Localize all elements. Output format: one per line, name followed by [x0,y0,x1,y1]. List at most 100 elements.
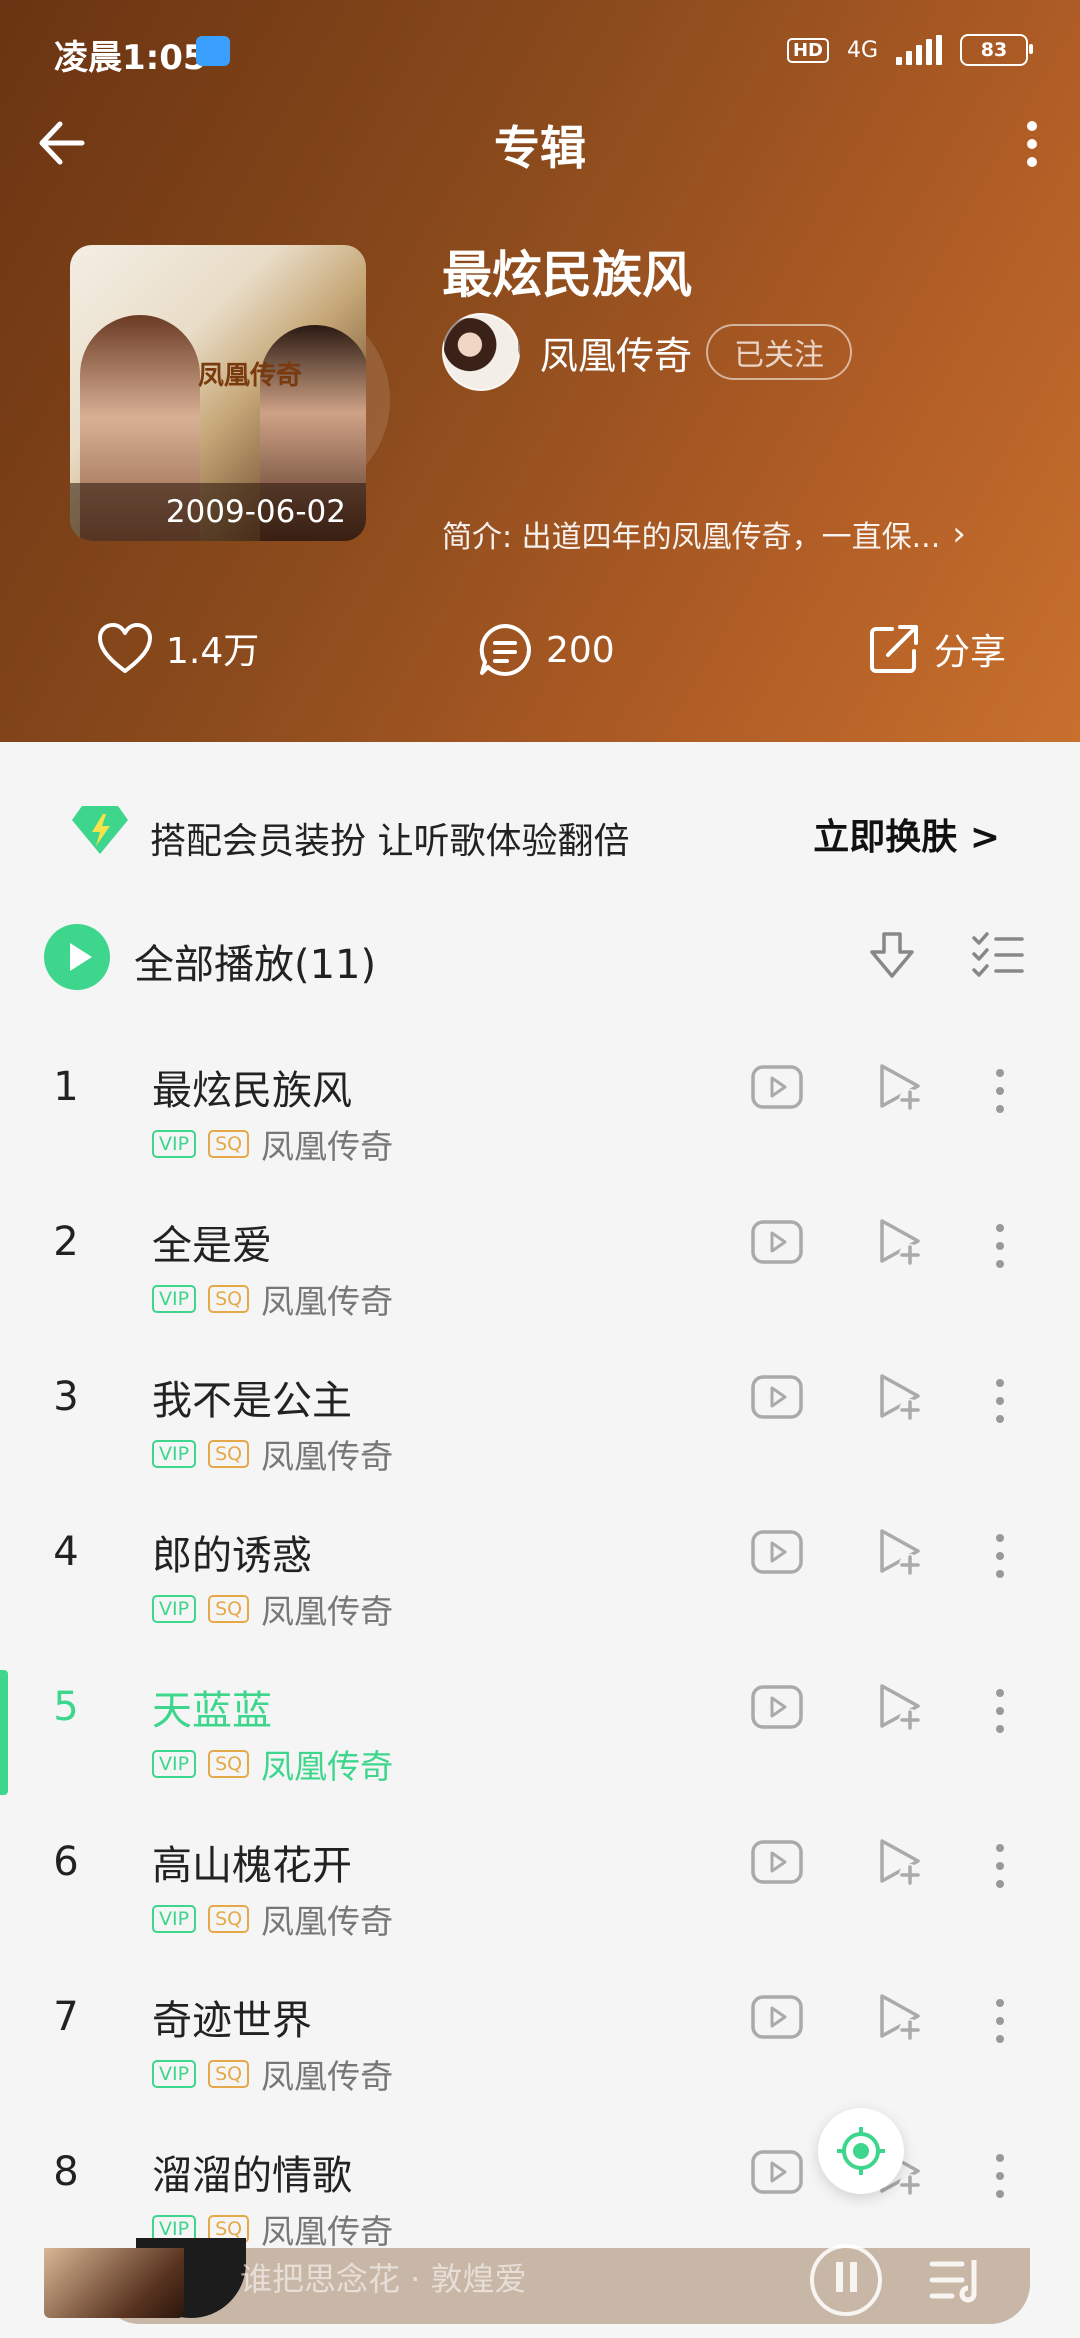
track-meta: VIP SQ 凤凰传奇 [152,2050,393,2098]
add-to-playlist-button[interactable] [876,1217,926,1273]
track-more-button[interactable] [990,1998,1010,2048]
track-more-button[interactable] [990,1068,1010,1118]
track-row[interactable]: 3 我不是公主 VIP SQ 凤凰传奇 [0,1320,1080,1478]
track-more-button[interactable] [990,1223,1010,1273]
skin-promo-banner[interactable]: 搭配会员装扮 让听歌体验翻倍 立即换肤 > [0,742,1080,922]
mv-button[interactable] [750,1839,804,1889]
pause-button[interactable] [810,2244,882,2316]
track-row[interactable]: 2 全是爱 VIP SQ 凤凰传奇 [0,1165,1080,1321]
network-label: 4G [846,37,878,63]
track-meta: VIP SQ 凤凰传奇 [152,1895,393,1943]
multi-select-icon[interactable] [970,930,1026,982]
sq-badge: SQ [208,1905,250,1933]
track-artist: 凤凰传奇 [261,1902,394,1941]
album-title: 最炫民族风 [442,246,692,304]
playlist-icon[interactable] [928,2254,988,2310]
vip-badge: VIP [152,1440,197,1468]
track-more-button[interactable] [990,2153,1010,2203]
lightning-gem-icon [72,806,128,854]
mv-button[interactable] [750,2149,804,2199]
now-playing-indicator [0,1670,8,1795]
artist-avatar[interactable] [442,313,520,391]
vip-badge: VIP [152,1130,197,1158]
more-vertical-icon [996,1689,1004,1733]
follow-button[interactable]: 已关注 [706,324,853,380]
mv-button[interactable] [750,1064,804,1114]
play-all-button[interactable] [44,924,110,990]
sq-badge: SQ [208,1750,250,1778]
more-vertical-icon[interactable] [1012,116,1052,172]
add-to-playlist-icon [880,1064,921,1111]
sq-badge: SQ [208,1440,250,1468]
album-intro[interactable]: 简介: 出道四年的凤凰传奇，一直保... › [442,512,1022,556]
battery-level: 83 [980,39,1008,61]
track-number: 3 [53,1374,79,1420]
vip-badge: VIP [152,1905,197,1933]
track-more-button[interactable] [990,1378,1010,1428]
add-to-playlist-button[interactable] [876,1527,926,1583]
track-meta: VIP SQ 凤凰传奇 [152,1430,393,1478]
track-row[interactable]: 1 最炫民族风 VIP SQ 凤凰传奇 [0,1010,1080,1168]
cloud-icon [196,36,230,66]
battery-icon: 83 [960,34,1033,66]
track-row[interactable]: 7 奇迹世界 VIP SQ 凤凰传奇 [0,1940,1080,2098]
release-date: 2009-06-02 [70,483,366,541]
track-title: 高山槐花开 [152,1843,352,1889]
mv-play-icon [751,1995,803,2039]
album-cover[interactable]: 凤凰传奇 2009-06-02 [70,245,366,541]
comment-button[interactable]: 200 [476,621,615,679]
track-more-button[interactable] [990,1843,1010,1893]
now-playing-title: 谁把思念花 · 敦煌爱 [240,2260,527,2298]
add-to-playlist-button[interactable] [876,1992,926,2048]
play-icon [70,943,92,971]
add-to-playlist-button[interactable] [876,1682,926,1738]
track-number: 4 [53,1529,79,1575]
mv-button[interactable] [750,1529,804,1579]
track-list: 1 最炫民族风 VIP SQ 凤凰传奇 2 全是爱 VIP SQ 凤凰传奇 3 我不是公主 VIP SQ 凤… [0,1010,1080,2251]
mv-button[interactable] [750,1219,804,1269]
artist-name[interactable]: 凤凰传奇 [540,325,692,380]
mini-player[interactable]: 谁把思念花 · 敦煌爱 [40,2238,1040,2338]
vip-badge: VIP [152,1285,197,1313]
track-meta: VIP SQ 凤凰传奇 [152,1120,393,1168]
track-row[interactable]: 8 溜溜的情歌 VIP SQ 凤凰传奇 [0,2095,1080,2251]
track-row[interactable]: 5 天蓝蓝 VIP SQ 凤凰传奇 [0,1630,1080,1795]
add-to-playlist-button[interactable] [876,1372,926,1428]
cover-logo: 凤凰传奇 [197,361,302,391]
track-title: 奇迹世界 [152,1998,312,2044]
mv-play-icon [751,1065,803,1109]
sq-badge: SQ [208,2060,250,2088]
like-button[interactable]: 1.4万 [96,621,259,675]
add-to-playlist-button[interactable] [876,1062,926,1118]
vip-badge: VIP [152,1750,197,1778]
locate-playing-button[interactable] [818,2108,904,2194]
sq-badge: SQ [208,1285,250,1313]
like-count: 1.4万 [166,631,260,672]
track-more-button[interactable] [990,1688,1010,1738]
mv-button[interactable] [750,1374,804,1424]
add-to-playlist-icon [880,1374,921,1421]
play-all-label[interactable]: 全部播放(11) [134,932,376,990]
status-bar: 凌晨1:05 HD 4G 83 [0,0,1080,104]
sq-badge: SQ [208,1595,250,1623]
mini-player-cover[interactable] [44,2248,184,2318]
add-to-playlist-button[interactable] [876,1837,926,1893]
chevron-right-icon: › [952,514,966,554]
download-icon[interactable] [866,928,918,984]
track-artist: 凤凰传奇 [261,1437,394,1476]
add-to-playlist-icon [880,1994,921,2041]
track-more-button[interactable] [990,1533,1010,1583]
change-skin-link[interactable]: 立即换肤 > [813,808,1000,860]
track-row[interactable]: 4 郎的诱惑 VIP SQ 凤凰传奇 [0,1475,1080,1631]
share-button[interactable]: 分享 [866,621,1006,677]
artist-row: 凤凰传奇 已关注 [442,313,853,391]
track-number: 2 [53,1219,79,1265]
track-title: 溜溜的情歌 [152,2153,352,2199]
mv-play-icon [751,1840,803,1884]
track-row[interactable]: 6 高山槐花开 VIP SQ 凤凰传奇 [0,1785,1080,1943]
share-icon [870,625,918,673]
album-header: 凌晨1:05 HD 4G 83 专辑 凤凰传奇 2009-06-02 最炫民族风… [0,0,1080,742]
intro-text: 简介: 出道四年的凤凰传奇，一直保... [442,520,941,555]
mv-button[interactable] [750,1684,804,1734]
mv-button[interactable] [750,1994,804,2044]
